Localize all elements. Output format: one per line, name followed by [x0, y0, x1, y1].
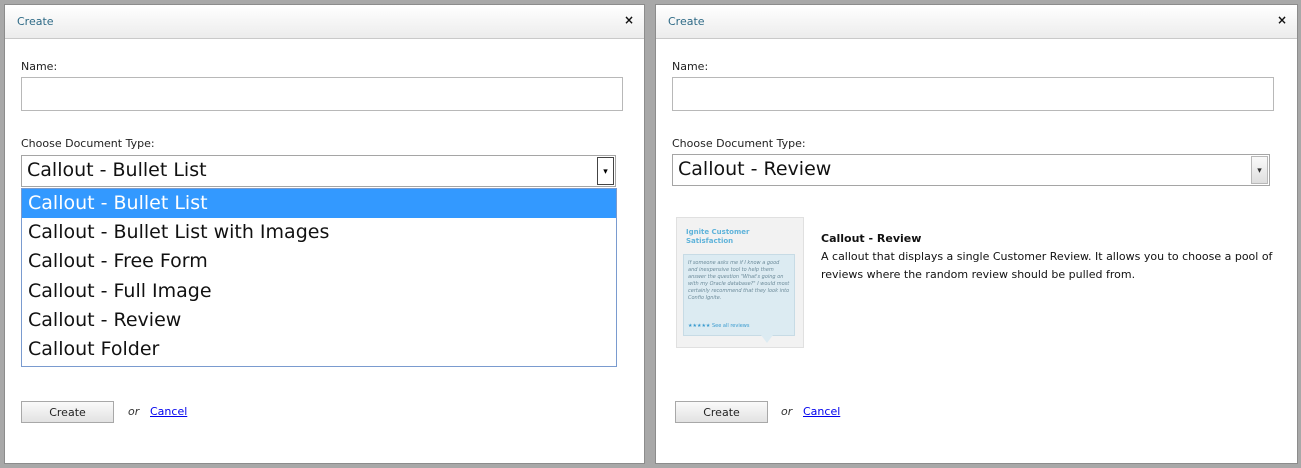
- dropdown-option-bullet-list[interactable]: Callout - Bullet List: [22, 189, 616, 218]
- dropdown-option-callout-folder[interactable]: Callout Folder: [22, 335, 616, 364]
- dialog-title: Create: [17, 15, 54, 28]
- bubble-tail-shape: [761, 335, 773, 343]
- document-type-description-title: Callout - Review: [821, 232, 922, 245]
- thumbnail-rating: ★★★★★ See all reviews: [688, 323, 750, 329]
- name-input[interactable]: [672, 77, 1274, 111]
- chevron-down-icon[interactable]: ▾: [1251, 156, 1268, 184]
- dropdown-option-review[interactable]: Callout - Review: [22, 306, 616, 335]
- document-type-select[interactable]: Callout - Review ▾: [672, 154, 1270, 186]
- close-icon[interactable]: ×: [624, 13, 634, 27]
- close-icon[interactable]: ×: [1277, 13, 1287, 27]
- dialog-title: Create: [668, 15, 705, 28]
- create-dialog-left: Create × Name: Choose Document Type: Cal…: [4, 4, 645, 464]
- dropdown-option-full-image[interactable]: Callout - Full Image: [22, 277, 616, 306]
- dialog-titlebar: Create ×: [656, 5, 1297, 39]
- document-type-label: Choose Document Type:: [21, 137, 155, 150]
- name-label: Name:: [672, 60, 709, 73]
- name-input[interactable]: [21, 77, 623, 111]
- thumbnail-quote-bubble: If someone asks me if I know a good and …: [683, 254, 795, 336]
- or-text: or: [128, 405, 140, 418]
- document-type-selected-value: Callout - Bullet List: [27, 159, 207, 181]
- create-dialog-right: Create × Name: Choose Document Type: Cal…: [655, 4, 1298, 464]
- document-type-dropdown-list: Callout - Bullet List Callout - Bullet L…: [21, 188, 617, 367]
- cancel-link[interactable]: Cancel: [150, 405, 187, 418]
- thumbnail-quote: If someone asks me if I know a good and …: [688, 260, 790, 301]
- dropdown-option-free-form[interactable]: Callout - Free Form: [22, 247, 616, 276]
- document-type-select[interactable]: Callout - Bullet List ▾: [21, 155, 616, 187]
- document-type-preview-thumbnail: Ignite Customer Satisfaction If someone …: [676, 217, 804, 348]
- dropdown-option-bullet-list-with-images[interactable]: Callout - Bullet List with Images: [22, 218, 616, 247]
- or-text: or: [781, 405, 793, 418]
- chevron-down-icon[interactable]: ▾: [597, 157, 614, 185]
- create-button[interactable]: Create: [675, 401, 768, 423]
- document-type-label: Choose Document Type:: [672, 137, 806, 150]
- cancel-link[interactable]: Cancel: [803, 405, 840, 418]
- thumbnail-title: Ignite Customer Satisfaction: [686, 228, 750, 245]
- document-type-description: A callout that displays a single Custome…: [821, 250, 1273, 281]
- document-type-selected-value: Callout - Review: [678, 158, 832, 180]
- name-label: Name:: [21, 60, 58, 73]
- create-button[interactable]: Create: [21, 401, 114, 423]
- dialog-titlebar: Create ×: [5, 5, 644, 39]
